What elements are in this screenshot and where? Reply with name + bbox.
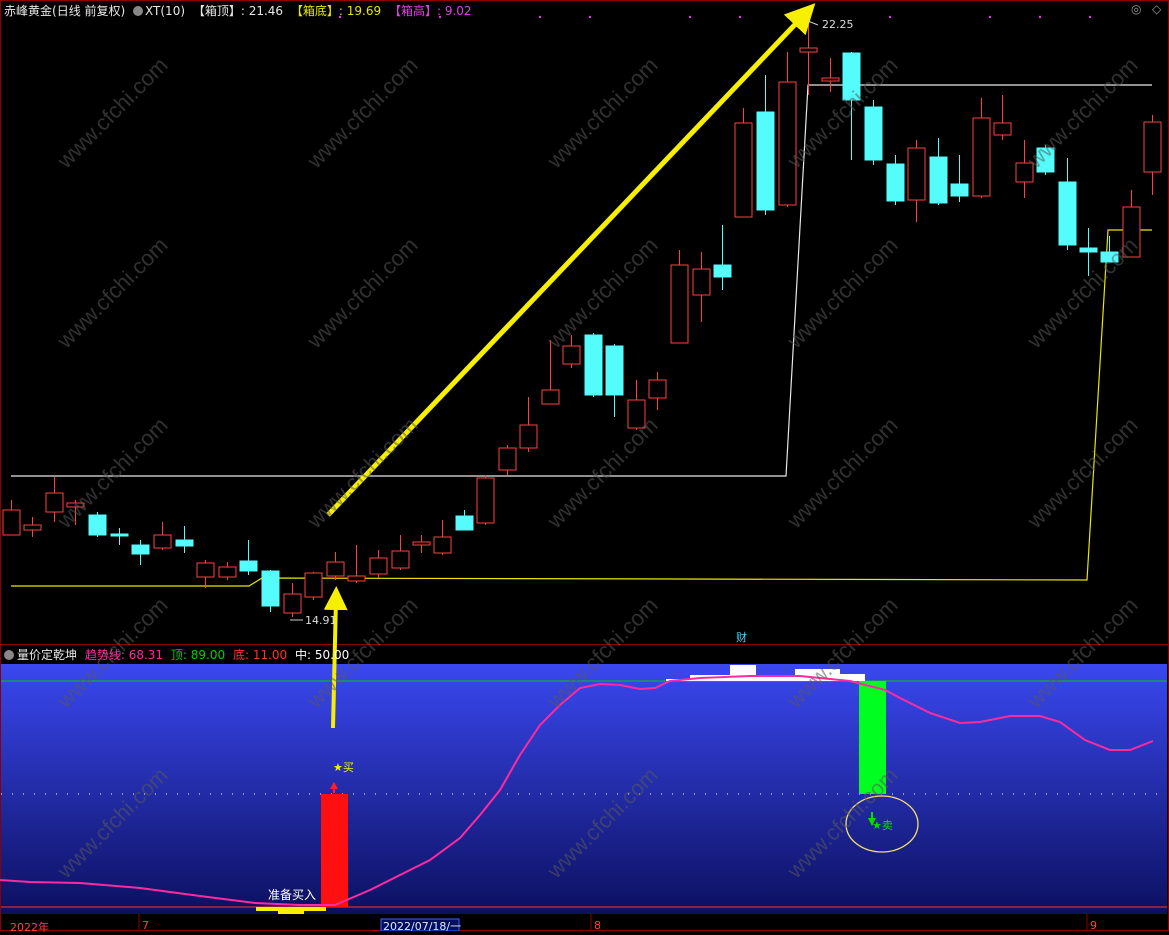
candle-body	[412, 541, 431, 546]
candle-body	[218, 566, 237, 578]
bottom-label: 底	[232, 648, 245, 662]
candle-body	[562, 345, 581, 365]
main-chart-header: 赤峰黄金(日线 前复权) XT(10) 【箱顶】: 21.46 【箱底】: 19…	[4, 2, 472, 19]
indicator-title[interactable]: 量价定乾坤	[17, 648, 77, 662]
finance-marker[interactable]: 财	[736, 629, 747, 645]
trend-value: : 68.31	[120, 648, 164, 662]
candle-body	[993, 122, 1012, 136]
candle-body	[627, 399, 646, 429]
candle-body	[66, 502, 85, 508]
candle-body	[756, 111, 775, 211]
candle-body	[131, 544, 150, 555]
candle-body	[326, 561, 345, 577]
candle-body	[23, 524, 42, 531]
candle-body	[929, 156, 948, 204]
candle-body	[799, 47, 818, 53]
candle-body	[110, 533, 129, 537]
candlesticks	[2, 22, 1162, 617]
high-price-marker: 22.25	[822, 18, 854, 31]
box-bottom-value: : 19.69	[338, 4, 382, 18]
candle-body	[261, 570, 280, 607]
candle-body	[196, 562, 215, 578]
candle-body	[1015, 162, 1034, 183]
candle-body	[304, 572, 323, 598]
bottom-value: : 11.00	[244, 648, 288, 662]
candle-body	[541, 389, 560, 405]
indicator-header: 量价定乾坤 趋势线: 68.31 顶: 89.00 底: 11.00 中: 50…	[4, 646, 349, 663]
candle-body	[369, 557, 388, 575]
candle-body	[692, 268, 711, 296]
trend-arrow	[326, 3, 816, 517]
box-bottom-label: 【箱底】	[290, 4, 339, 18]
top-value: : 89.00	[182, 648, 226, 662]
candle-body	[864, 106, 883, 161]
candle-body	[498, 447, 517, 471]
sell-signal-label: ★卖	[872, 819, 893, 832]
indicator-panel-bg	[1, 664, 1167, 914]
axis-label-september: 9	[1090, 919, 1097, 932]
sell-signal-bar	[859, 681, 886, 794]
candle-body	[175, 539, 194, 547]
candle-body	[153, 534, 172, 549]
candle-body	[476, 477, 495, 524]
candle-body	[88, 514, 107, 536]
candle-body	[907, 147, 926, 201]
box-bottom-line	[11, 229, 1152, 587]
candle-body	[734, 122, 753, 218]
mid-label: 中	[295, 648, 308, 662]
stock-name[interactable]: 赤峰黄金	[4, 4, 52, 18]
candle-body	[1079, 247, 1098, 253]
candle-body	[886, 163, 905, 202]
candle-body	[2, 509, 21, 536]
candle-body	[1100, 251, 1119, 263]
indicator-name[interactable]: XT(10)	[145, 4, 185, 18]
candle-body	[713, 264, 732, 278]
candle-body	[1058, 181, 1077, 246]
candle-body	[821, 77, 840, 82]
candle-body	[648, 379, 667, 399]
mid-value: : 50.00	[307, 648, 350, 662]
prepare-buy-label: 准备买入	[268, 888, 317, 902]
candle-body	[972, 117, 991, 197]
box-top-label: 【箱顶】	[192, 4, 241, 18]
close-icon[interactable]: ◎	[1131, 2, 1141, 16]
candle-body	[239, 560, 258, 572]
low-price-marker: 14.91	[305, 614, 337, 627]
candle-body	[1143, 121, 1162, 173]
top-label: 顶	[170, 648, 183, 662]
buy-signal-label: ★买	[333, 761, 354, 774]
candle-body	[283, 593, 302, 614]
candle-body	[1122, 206, 1141, 258]
trend-label: 趋势线	[84, 648, 121, 662]
axis-label-july: 7	[142, 919, 149, 932]
candle-body	[391, 550, 410, 569]
buy-signal-bar	[321, 794, 348, 907]
candle-body	[950, 183, 969, 197]
candle-body	[455, 515, 474, 531]
candle-body	[347, 575, 366, 582]
diamond-icon[interactable]: ◇	[1152, 2, 1161, 16]
candle-body	[670, 264, 689, 344]
candle-body	[45, 492, 64, 513]
box-top-value: : 21.46	[240, 4, 284, 18]
candle-body	[1036, 147, 1055, 173]
box-height-value: : 9.02	[436, 4, 472, 18]
axis-label-august: 8	[594, 919, 601, 932]
axis-label-year: 2022年	[10, 921, 49, 934]
candle-body	[433, 536, 452, 554]
collapse-icon[interactable]	[4, 650, 14, 660]
chart-frame	[0, 0, 1169, 931]
settings-icon[interactable]	[133, 6, 144, 16]
candle-body	[842, 52, 861, 101]
candle-body	[778, 81, 797, 206]
box-height-label: 【箱高】	[388, 4, 437, 18]
candle-body	[519, 424, 538, 449]
period-label: (日线 前复权)	[52, 4, 126, 18]
candle-body	[584, 334, 603, 396]
axis-cursor-date[interactable]: 2022/07/18/一	[383, 918, 461, 934]
candle-body	[605, 345, 624, 396]
